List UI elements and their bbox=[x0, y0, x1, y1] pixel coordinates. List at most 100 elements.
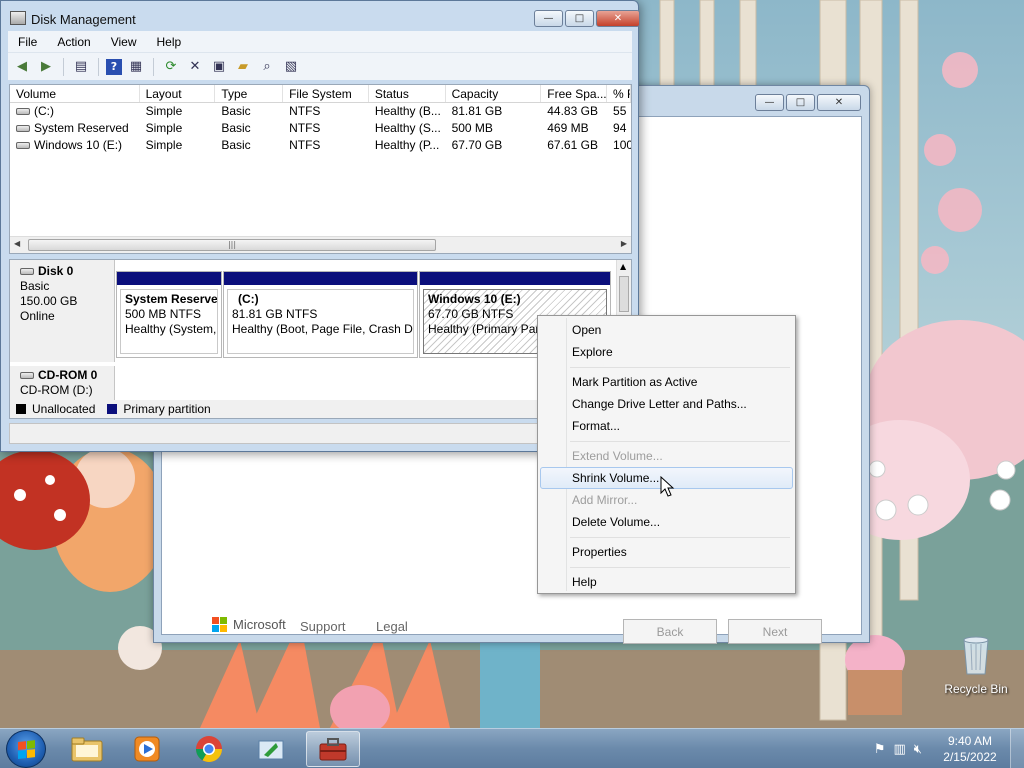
taskbar-disk-management[interactable] bbox=[306, 731, 360, 767]
scroll-right-icon[interactable]: ▶ bbox=[621, 239, 627, 248]
table-row[interactable]: (C:) Simple Basic NTFS Healthy (B... 81.… bbox=[10, 103, 631, 120]
menu-bar: File Action View Help bbox=[8, 31, 632, 53]
disk-properties-icon[interactable]: ▧ bbox=[281, 57, 301, 77]
legal-link[interactable]: Legal bbox=[376, 619, 408, 634]
back-arrow-icon[interactable]: ◀ bbox=[12, 57, 32, 77]
volume-list-header: Volume Layout Type File System Status Ca… bbox=[10, 85, 631, 103]
menu-item-help[interactable]: Help bbox=[540, 571, 793, 593]
menu-item-delete-volume[interactable]: Delete Volume... bbox=[540, 511, 793, 533]
network-icon[interactable]: ▥ bbox=[894, 742, 906, 757]
column-status[interactable]: Status bbox=[369, 85, 446, 102]
forward-arrow-icon[interactable]: ▶ bbox=[36, 57, 56, 77]
explorer-icon bbox=[71, 737, 103, 762]
disk0-label[interactable]: Disk 0 Basic 150.00 GB Online bbox=[10, 260, 115, 362]
open-folder-icon[interactable]: ▰ bbox=[233, 57, 253, 77]
setup-icon bbox=[258, 740, 284, 760]
menu-file[interactable]: File bbox=[8, 35, 47, 49]
next-button[interactable]: Next bbox=[728, 619, 822, 644]
menu-item-properties[interactable]: Properties bbox=[540, 541, 793, 563]
scrollbar-thumb[interactable]: ||| bbox=[28, 239, 436, 251]
setup-minimize-button[interactable]: — bbox=[755, 94, 784, 111]
close-button[interactable]: ✕ bbox=[596, 10, 640, 27]
refresh-icon[interactable]: ⟳ bbox=[161, 57, 181, 77]
console-tree-icon[interactable]: ▤ bbox=[71, 57, 91, 77]
table-cell: Simple bbox=[145, 121, 183, 135]
drive-icon bbox=[16, 125, 30, 133]
maximize-icon: □ bbox=[795, 97, 806, 108]
menu-separator bbox=[570, 367, 790, 368]
setup-maximize-button[interactable]: □ bbox=[786, 94, 815, 111]
menu-help[interactable]: Help bbox=[147, 35, 192, 49]
taskbar-chrome[interactable] bbox=[182, 731, 236, 767]
primary-swatch bbox=[107, 404, 118, 414]
properties-icon[interactable]: ▣ bbox=[209, 57, 229, 77]
clock-date: 2/15/2022 bbox=[943, 750, 997, 764]
column-volume[interactable]: Volume bbox=[10, 85, 140, 102]
cdrom0-label[interactable]: CD-ROM 0 CD-ROM (D:) bbox=[10, 366, 115, 402]
recycle-bin[interactable]: Recycle Bin bbox=[944, 632, 1008, 696]
volume-name: Windows 10 (E:) bbox=[34, 138, 123, 152]
menu-separator bbox=[570, 567, 790, 568]
legend-primary: Primary partition bbox=[123, 402, 211, 416]
chrome-icon bbox=[195, 736, 223, 763]
column-percent-free[interactable]: % F bbox=[607, 85, 631, 102]
back-button[interactable]: Back bbox=[623, 619, 717, 644]
legend-unallocated: Unallocated bbox=[32, 402, 96, 416]
menu-item-format[interactable]: Format... bbox=[540, 415, 793, 437]
column-layout[interactable]: Layout bbox=[140, 85, 216, 102]
action-center-icon[interactable]: ⚑ bbox=[874, 742, 886, 757]
delete-icon[interactable]: ✕ bbox=[185, 57, 205, 77]
taskbar-setup[interactable] bbox=[244, 731, 298, 767]
table-cell: Healthy (P... bbox=[374, 138, 440, 152]
scroll-left-icon[interactable]: ◀ bbox=[14, 239, 20, 248]
scrollbar-thumb[interactable] bbox=[619, 276, 629, 312]
toolbar-separator bbox=[153, 57, 154, 76]
menu-item-extend-volume: Extend Volume... bbox=[572, 449, 663, 463]
column-type[interactable]: Type bbox=[215, 85, 284, 102]
partition-body: (C:) 81.81 GB NTFS Healthy (Boot, Page F… bbox=[227, 289, 414, 354]
help-icon[interactable]: ? bbox=[106, 58, 122, 75]
scroll-up-icon[interactable]: ▲ bbox=[620, 262, 626, 271]
menu-view[interactable]: View bbox=[101, 35, 147, 49]
column-capacity[interactable]: Capacity bbox=[446, 85, 542, 102]
maximize-button[interactable]: □ bbox=[565, 10, 594, 27]
search-icon[interactable]: ⌕ bbox=[257, 57, 277, 77]
partition-system-reserved[interactable]: System Reserve 500 MB NTFS Healthy (Syst… bbox=[116, 271, 222, 358]
minimize-button[interactable]: — bbox=[534, 10, 563, 27]
menu-item-mark-active[interactable]: Mark Partition as Active bbox=[540, 371, 793, 393]
table-cell: 469 MB bbox=[547, 121, 589, 135]
partition-name: Windows 10 (E:) bbox=[428, 292, 521, 306]
toolbar-separator bbox=[98, 57, 99, 76]
taskbar-media-player[interactable] bbox=[120, 731, 174, 767]
menu-item-change-drive-letter[interactable]: Change Drive Letter and Paths... bbox=[540, 393, 793, 415]
table-row[interactable]: Windows 10 (E:) Simple Basic NTFS Health… bbox=[10, 137, 631, 154]
support-link[interactable]: Support bbox=[300, 619, 346, 634]
menu-item-explore[interactable]: Explore bbox=[540, 341, 793, 363]
menu-action[interactable]: Action bbox=[47, 35, 100, 49]
column-file-system[interactable]: File System bbox=[283, 85, 369, 102]
menu-item-open[interactable]: Open bbox=[540, 319, 793, 341]
taskbar-explorer[interactable] bbox=[60, 731, 114, 767]
setup-close-button[interactable]: ✕ bbox=[817, 94, 861, 111]
action-pane-icon[interactable]: ▦ bbox=[126, 57, 146, 77]
recycle-bin-label: Recycle Bin bbox=[944, 682, 1008, 696]
table-cell: 44.83 GB bbox=[547, 104, 598, 118]
clock-time: 9:40 AM bbox=[947, 734, 993, 748]
setup-caption-buttons: — □ ✕ bbox=[755, 94, 861, 111]
partition-c[interactable]: (C:) 81.81 GB NTFS Healthy (Boot, Page F… bbox=[223, 271, 418, 358]
recycle-bin-icon bbox=[963, 636, 989, 675]
partition-body: System Reserve 500 MB NTFS Healthy (Syst… bbox=[120, 289, 218, 354]
horizontal-scrollbar[interactable]: ◀ ||| ▶ bbox=[10, 236, 631, 253]
start-button[interactable] bbox=[6, 730, 46, 768]
clock[interactable]: 9:40 AM 2/15/2022 bbox=[930, 733, 1010, 765]
volume-muted-icon[interactable]: 🔇︎ bbox=[914, 742, 922, 757]
volume-name: System Reserved bbox=[34, 121, 129, 135]
disk-name: Disk 0 bbox=[38, 264, 74, 278]
close-icon: ✕ bbox=[834, 97, 844, 108]
table-cell: 94 bbox=[613, 121, 627, 135]
disk-state: Online bbox=[20, 309, 55, 323]
table-cell: NTFS bbox=[289, 138, 321, 152]
show-desktop-button[interactable] bbox=[1010, 729, 1024, 768]
column-free-space[interactable]: Free Spa... bbox=[541, 85, 608, 102]
table-row[interactable]: System Reserved Simple Basic NTFS Health… bbox=[10, 120, 631, 137]
